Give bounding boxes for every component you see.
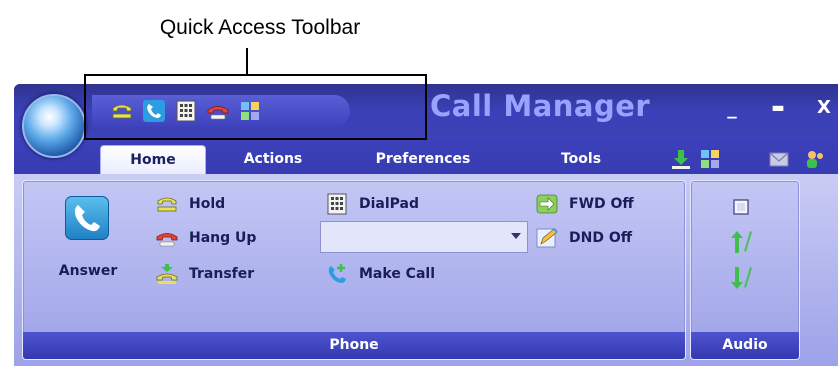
close-button[interactable]: X [812,96,836,120]
make-call-label: Make Call [359,266,436,282]
transfer-button[interactable]: Transfer [155,261,254,287]
transfer-icon [156,264,178,284]
volume-down-icon[interactable] [729,265,753,291]
quick-access-toolbar [92,95,350,127]
audio-group: Audio [690,180,800,360]
hang-up-label: Hang Up [189,230,257,246]
hold-phone-icon[interactable] [110,99,134,123]
annotation-label: Quick Access Toolbar [159,16,361,39]
answer-phone-icon[interactable] [142,99,166,123]
phone-group: Answer Hold Hang Up Transfer DialPad Mak… [22,180,686,360]
number-combobox[interactable] [320,221,528,253]
annotation-leader-line [246,48,248,76]
tiles-icon[interactable] [699,148,721,170]
hang-up-button[interactable]: Hang Up [155,225,256,251]
app-title: Call Manager [430,89,651,123]
tab-tools[interactable]: Tools [546,145,616,174]
app-orb-menu-button[interactable] [22,94,86,158]
volume-up-icon[interactable] [729,229,753,255]
hangup-phone-icon[interactable] [206,99,230,123]
fwd-off-button[interactable]: FWD Off [535,191,634,217]
answer-label: Answer [58,263,118,279]
maximize-button[interactable]: ▬ [766,96,790,120]
checkbox-icon[interactable] [729,195,753,221]
transfer-label: Transfer [189,266,255,282]
dnd-off-button[interactable]: DND Off [535,225,632,251]
download-icon[interactable] [670,148,692,170]
fwd-off-label: FWD Off [569,196,634,212]
tab-actions[interactable]: Actions [228,145,318,174]
title-bar: Call Manager _ ▬ X [14,84,838,134]
answer-button[interactable]: Answer [47,191,129,291]
ribbon-tabs: Home Actions Preferences Tools [14,134,838,174]
mail-icon[interactable] [768,148,790,170]
hold-button[interactable]: Hold [155,191,225,217]
make-call-button[interactable]: Make Call [325,261,435,287]
chevron-down-icon[interactable] [511,233,521,239]
hold-label: Hold [189,196,226,212]
phone-group-label: Phone [23,332,685,359]
forward-icon [536,194,558,214]
dialpad-icon [327,193,347,215]
tab-home[interactable]: Home [100,145,206,174]
audio-group-label: Audio [691,332,799,359]
answer-phone-icon [65,196,109,240]
dialpad-label: DialPad [359,196,420,212]
tab-preferences[interactable]: Preferences [358,145,488,174]
dnd-off-label: DND Off [569,230,633,246]
minimize-button[interactable]: _ [720,96,744,120]
call-manager-window: Call Manager _ ▬ X Home Actions Preferen… [14,84,838,366]
hold-phone-icon [157,197,177,212]
hangup-phone-icon [156,233,178,247]
tiles-icon[interactable] [238,99,262,123]
dnd-pencil-icon [536,228,558,248]
dialpad-button[interactable]: DialPad [325,191,419,217]
ribbon-panel: Answer Hold Hang Up Transfer DialPad Mak… [14,174,838,366]
dialpad-icon[interactable] [174,99,198,123]
make-call-icon [328,264,346,283]
contacts-icon[interactable] [804,148,826,170]
